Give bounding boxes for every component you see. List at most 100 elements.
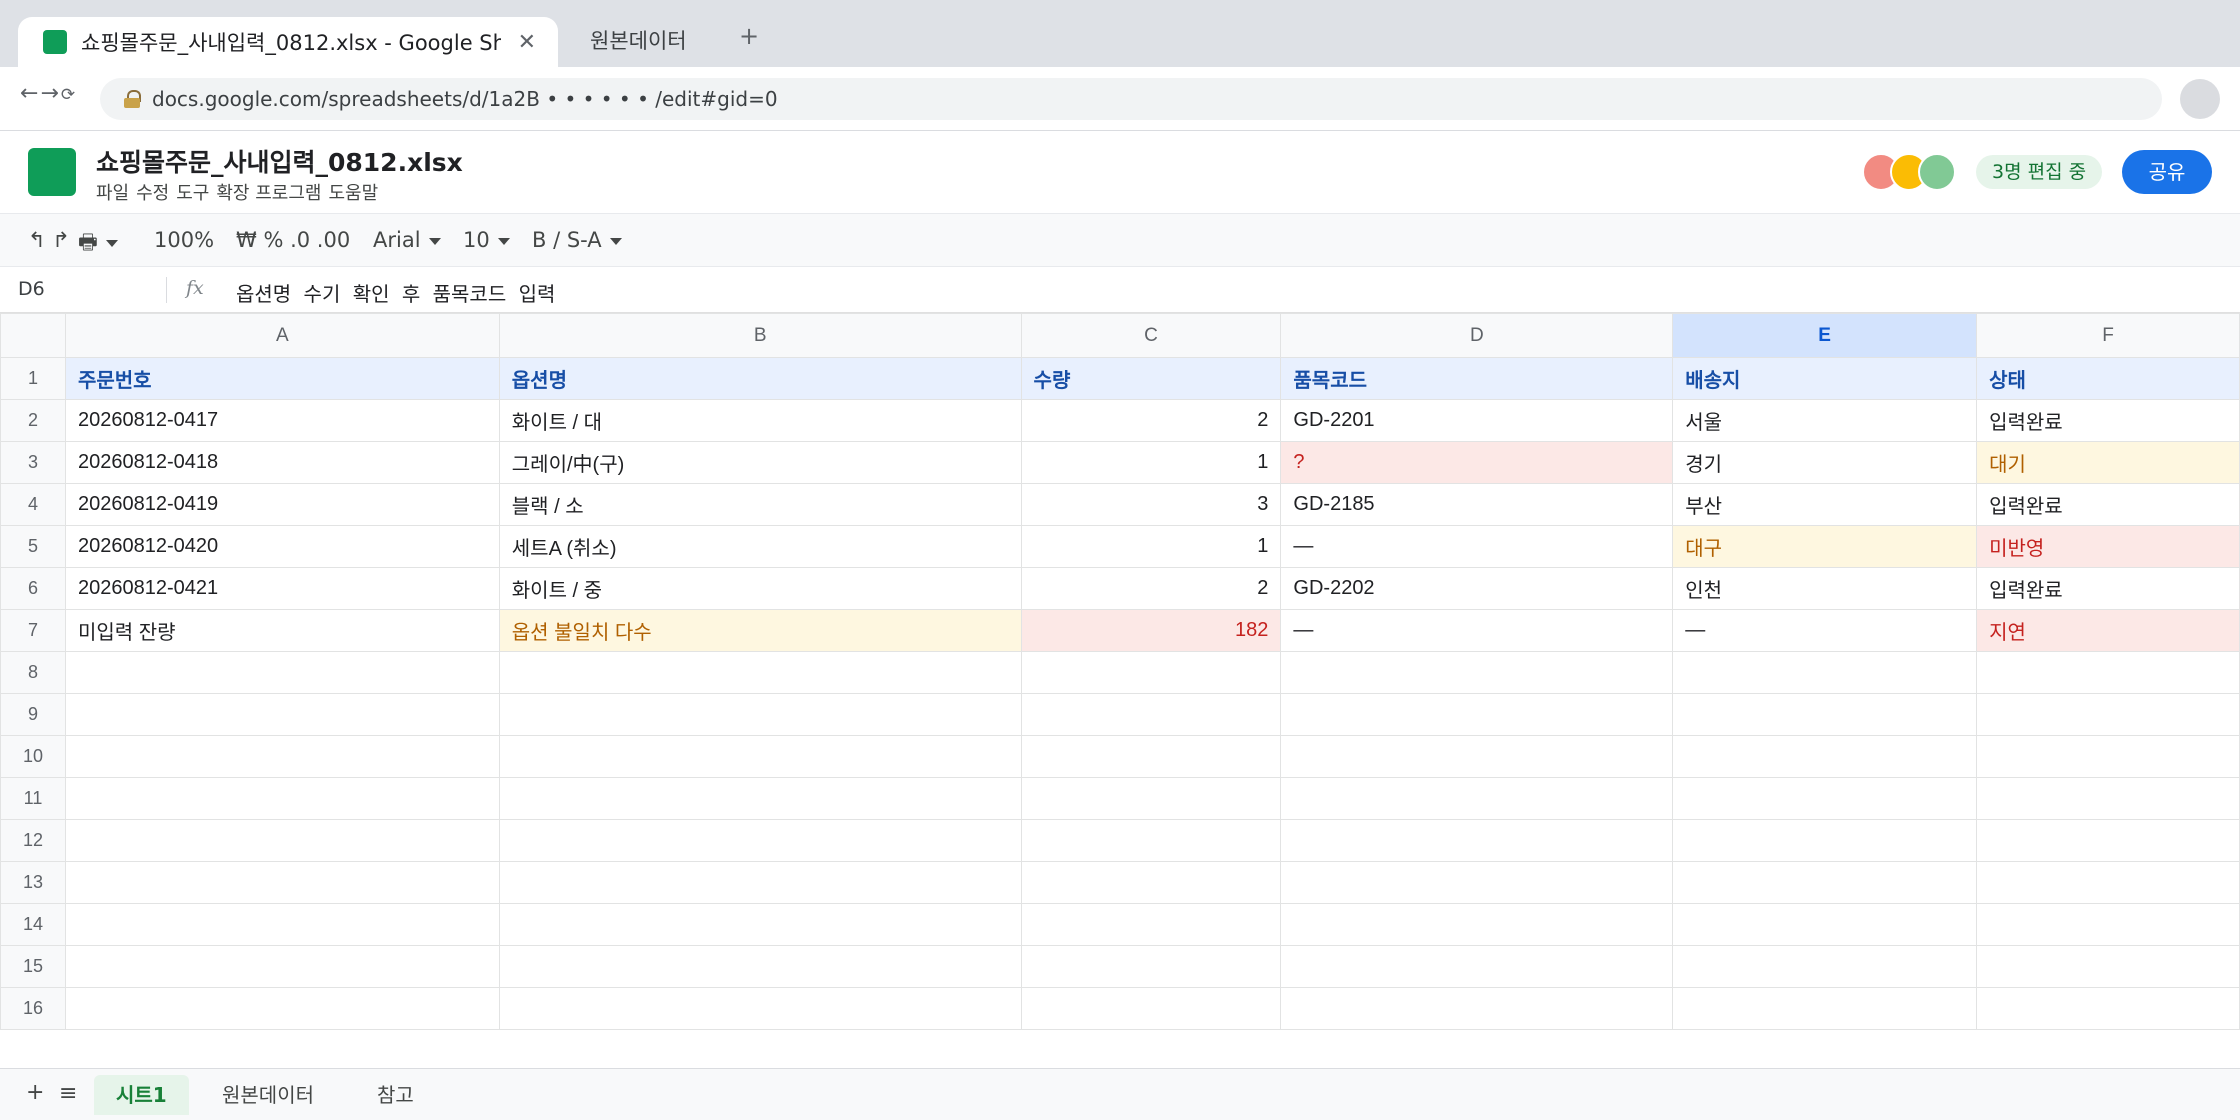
empty-cell[interactable] (1672, 651, 1978, 694)
cell-d6[interactable]: GD-2202 (1280, 567, 1674, 610)
row-header[interactable]: 16 (0, 987, 66, 1030)
empty-cell[interactable] (1976, 735, 2240, 778)
column-header-d[interactable]: D (1280, 313, 1674, 358)
empty-cell[interactable] (1020, 945, 1282, 988)
share-button[interactable]: 공유 (2122, 150, 2212, 194)
cell-e2[interactable]: 서울 (1672, 399, 1978, 442)
empty-cell[interactable] (1672, 903, 1978, 946)
empty-cell[interactable] (1280, 861, 1674, 904)
formula-input[interactable]: 옵션명 수기 확인 후 품목코드 입력 (236, 278, 555, 307)
empty-cell[interactable] (64, 903, 500, 946)
row-header[interactable]: 15 (0, 945, 66, 988)
cell-f7[interactable]: 지연 (1976, 609, 2240, 652)
close-tab-icon[interactable]: ✕ (518, 30, 536, 55)
browser-tab-inactive[interactable]: 원본데이터 (590, 25, 687, 55)
name-box[interactable]: D6 (18, 278, 45, 300)
number-format-buttons[interactable]: ₩ % .0 .00 (236, 228, 350, 252)
sheet-tab[interactable]: 참고 (355, 1075, 436, 1115)
sheet-tab-active[interactable]: 시트1 (94, 1075, 189, 1115)
cell-c7[interactable]: 182 (1020, 609, 1282, 652)
empty-cell[interactable] (1020, 987, 1282, 1030)
cell-d3[interactable]: ? (1280, 441, 1674, 484)
empty-cell[interactable] (1976, 819, 2240, 862)
cell-a5[interactable]: 20260812-0420 (64, 525, 500, 568)
empty-cell[interactable] (1672, 693, 1978, 736)
empty-cell[interactable] (1280, 987, 1674, 1030)
row-header[interactable]: 11 (0, 777, 66, 820)
row-header[interactable]: 12 (0, 819, 66, 862)
column-header-e[interactable]: E (1672, 313, 1978, 358)
cell-e3[interactable]: 경기 (1672, 441, 1978, 484)
reload-icon[interactable]: ⟳ (61, 85, 77, 105)
cell-f1[interactable]: 상태 (1976, 357, 2240, 400)
menu-file[interactable]: 파일 (96, 179, 129, 205)
row-header[interactable]: 13 (0, 861, 66, 904)
row-header[interactable]: 6 (0, 567, 66, 610)
empty-cell[interactable] (498, 987, 1022, 1030)
row-header[interactable]: 14 (0, 903, 66, 946)
row-header[interactable]: 1 (0, 357, 66, 400)
menu-extensions[interactable]: 확장 프로그램 (216, 179, 321, 205)
all-sheets-icon[interactable]: ≡ (59, 1081, 77, 1106)
empty-cell[interactable] (1280, 651, 1674, 694)
cell-f2[interactable]: 입력완료 (1976, 399, 2240, 442)
empty-cell[interactable] (1672, 861, 1978, 904)
empty-cell[interactable] (64, 819, 500, 862)
zoom-select[interactable]: 100% (154, 228, 214, 252)
cell-d1[interactable]: 품목코드 (1280, 357, 1674, 400)
cell-f6[interactable]: 입력완료 (1976, 567, 2240, 610)
print-icon[interactable]: 🖶 (78, 228, 118, 263)
cell-b5[interactable]: 세트A (취소) (498, 525, 1022, 568)
empty-cell[interactable] (64, 777, 500, 820)
cell-d2[interactable]: GD-2201 (1280, 399, 1674, 442)
empty-cell[interactable] (1976, 693, 2240, 736)
empty-cell[interactable] (1976, 903, 2240, 946)
cell-c3[interactable]: 1 (1020, 441, 1282, 484)
empty-cell[interactable] (498, 861, 1022, 904)
empty-cell[interactable] (1020, 735, 1282, 778)
sheets-logo-icon[interactable] (28, 148, 76, 196)
empty-cell[interactable] (1976, 777, 2240, 820)
empty-cell[interactable] (498, 945, 1022, 988)
cell-f3[interactable]: 대기 (1976, 441, 2240, 484)
cell-b6[interactable]: 화이트 / 중 (498, 567, 1022, 610)
row-header[interactable]: 2 (0, 399, 66, 442)
doc-title[interactable]: 쇼핑몰주문_사내입력_0812.xlsx (96, 143, 463, 179)
empty-cell[interactable] (1976, 651, 2240, 694)
empty-cell[interactable] (1280, 819, 1674, 862)
empty-cell[interactable] (1020, 693, 1282, 736)
cell-e1[interactable]: 배송지 (1672, 357, 1978, 400)
empty-cell[interactable] (1280, 777, 1674, 820)
menu-edit[interactable]: 수정 (136, 179, 169, 205)
collaborator-avatar[interactable] (1918, 153, 1956, 191)
empty-cell[interactable] (1020, 651, 1282, 694)
empty-cell[interactable] (1280, 903, 1674, 946)
empty-cell[interactable] (1020, 819, 1282, 862)
forward-arrow-icon[interactable]: → (40, 81, 60, 106)
cell-c5[interactable]: 1 (1020, 525, 1282, 568)
empty-cell[interactable] (1672, 987, 1978, 1030)
back-arrow-icon[interactable]: ← (20, 81, 40, 106)
cell-d5[interactable]: — (1280, 525, 1674, 568)
cell-b7[interactable]: 옵션 불일치 다수 (498, 609, 1022, 652)
column-header-f[interactable]: F (1976, 313, 2240, 358)
empty-cell[interactable] (1672, 777, 1978, 820)
cell-b3[interactable]: 그레이/中(구) (498, 441, 1022, 484)
empty-cell[interactable] (1020, 777, 1282, 820)
empty-cell[interactable] (1280, 735, 1674, 778)
text-style-buttons[interactable]: B / S-A (532, 228, 622, 252)
empty-cell[interactable] (1976, 987, 2240, 1030)
row-header[interactable]: 3 (0, 441, 66, 484)
empty-cell[interactable] (1672, 735, 1978, 778)
row-header[interactable]: 8 (0, 651, 66, 694)
cell-d4[interactable]: GD-2185 (1280, 483, 1674, 526)
cell-b1[interactable]: 옵션명 (498, 357, 1022, 400)
row-header[interactable]: 7 (0, 609, 66, 652)
empty-cell[interactable] (498, 903, 1022, 946)
font-size-select[interactable]: 10 (463, 228, 510, 252)
empty-cell[interactable] (498, 651, 1022, 694)
empty-cell[interactable] (64, 861, 500, 904)
cell-c1[interactable]: 수량 (1020, 357, 1282, 400)
browser-tab-active[interactable]: 쇼핑몰주문_사내입력_0812.xlsx - Google Sheets ✕ (18, 17, 558, 67)
empty-cell[interactable] (498, 777, 1022, 820)
